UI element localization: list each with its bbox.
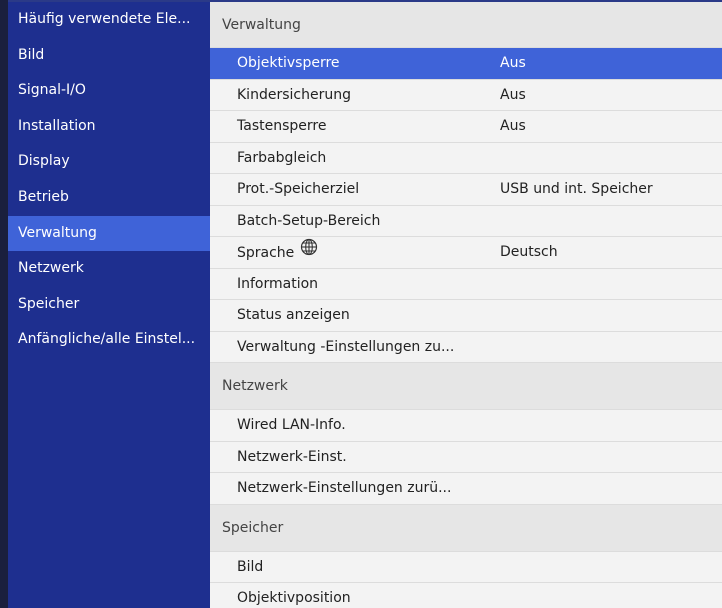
sidebar-item-installation[interactable]: Installation [8, 109, 210, 145]
menu-item-value: Aus [500, 55, 526, 71]
menu-item-netzwerk-einstellungen-zurueck[interactable]: Netzwerk-Einstellungen zurü... [210, 473, 722, 505]
menu-item-label: Tastensperre [237, 118, 327, 134]
menu-item-label: Bild [237, 558, 264, 575]
menu-item-objektivsperre[interactable]: Objektivsperre Aus [210, 48, 722, 80]
sidebar-item-speicher[interactable]: Speicher [8, 287, 210, 323]
menu-item-farbabgleich[interactable]: Farbabgleich [210, 142, 722, 174]
menu-item-label: Netzwerk-Einstellungen zurü... [237, 480, 452, 496]
globe-icon [300, 237, 318, 269]
sidebar-item-betrieb[interactable]: Betrieb [8, 180, 210, 216]
menu-item-value: USB und int. Speicher [500, 181, 653, 197]
menu-item-label-wrap: Sprache [237, 237, 318, 269]
menu-item-label: Sprache [237, 244, 295, 261]
sidebar-item-signal-io[interactable]: Signal-I/O [8, 73, 210, 109]
menu-item-label: Netzwerk-Einst. [237, 448, 347, 465]
menu-item-status-anzeigen[interactable]: Status anzeigen [210, 300, 722, 332]
sidebar: Häufig verwendete Ele... Bild Signal-I/O… [8, 2, 210, 608]
menu-item-label: Objektivposition [237, 590, 351, 606]
menu-item-prot-speicherziel[interactable]: Prot.-Speicherziel USB und int. Speicher [210, 174, 722, 206]
menu-item-label: Objektivsperre [237, 55, 340, 71]
section-header-netzwerk: Netzwerk [210, 363, 722, 410]
menu-item-sprache[interactable]: Sprache Deutsch [210, 237, 722, 269]
sidebar-item-haeufig[interactable]: Häufig verwendete Ele... [8, 2, 210, 38]
menu-item-tastensperre[interactable]: Tastensperre Aus [210, 111, 722, 143]
menu-item-label: Information [237, 275, 319, 292]
sidebar-item-anfaengliche[interactable]: Anfängliche/alle Einstel... [8, 322, 210, 358]
menu-item-label: Wired LAN-Info. [237, 417, 346, 433]
menu-item-value: Aus [500, 118, 526, 134]
section-header-verwaltung: Verwaltung [210, 2, 722, 48]
menu-item-kindersicherung[interactable]: Kindersicherung Aus [210, 79, 722, 111]
sidebar-item-netzwerk[interactable]: Netzwerk [8, 251, 210, 287]
settings-panel: Verwaltung Objektivsperre Aus Kindersich… [210, 2, 722, 608]
menu-item-verwaltung-einstellungen[interactable]: Verwaltung -Einstellungen zu... [210, 331, 722, 363]
menu-item-label: Farbabgleich [237, 149, 327, 166]
menu-item-label: Kindersicherung [237, 86, 351, 103]
sidebar-item-verwaltung[interactable]: Verwaltung [8, 215, 210, 252]
menu-item-label: Status anzeigen [237, 307, 350, 323]
menu-item-label: Batch-Setup-Bereich [237, 212, 381, 229]
menu-item-value: Aus [500, 86, 526, 103]
menu-item-value: Deutsch [500, 244, 558, 260]
sidebar-item-display[interactable]: Display [8, 144, 210, 180]
menu-item-information[interactable]: Information [210, 268, 722, 300]
menu-item-wired-lan-info[interactable]: Wired LAN-Info. [210, 410, 722, 442]
menu-item-speicher-bild[interactable]: Bild [210, 551, 722, 583]
menu-item-label: Prot.-Speicherziel [237, 181, 360, 197]
menu-item-label: Verwaltung -Einstellungen zu... [237, 338, 455, 355]
sidebar-item-bild[interactable]: Bild [8, 38, 210, 74]
section-header-speicher: Speicher [210, 504, 722, 552]
menu-item-batch-setup[interactable]: Batch-Setup-Bereich [210, 205, 722, 237]
menu-item-netzwerk-einst[interactable]: Netzwerk-Einst. [210, 441, 722, 473]
menu-item-objektivposition[interactable]: Objektivposition [210, 583, 722, 608]
